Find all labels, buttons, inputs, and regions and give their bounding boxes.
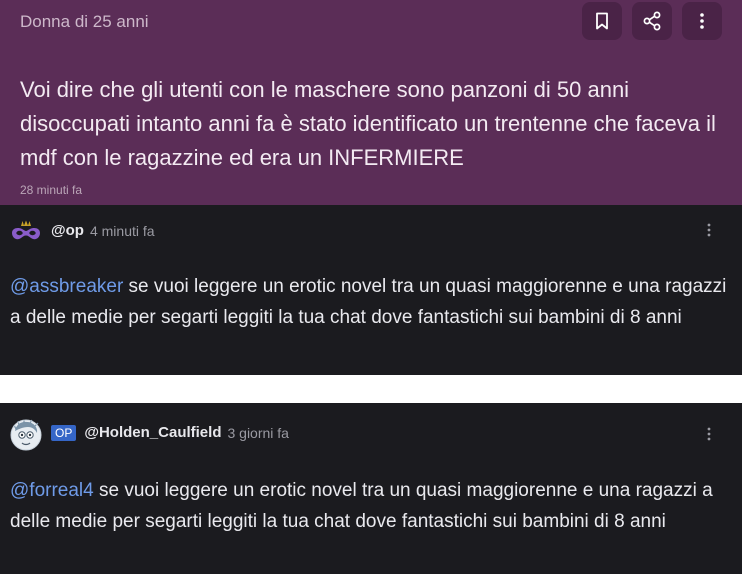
comment-more-button[interactable]: [702, 220, 716, 240]
more-options-button[interactable]: [682, 2, 722, 40]
post-card: Donna di 25 anni Voi dire che gli utenti…: [0, 0, 742, 205]
mask-icon[interactable]: [10, 217, 42, 249]
more-icon: [707, 223, 711, 237]
comment: @op 4 minuti fa @assbreaker se vuoi legg…: [0, 205, 742, 375]
share-icon: [643, 11, 661, 31]
comment-username[interactable]: @op: [51, 222, 84, 239]
comment-body: @forreal4 se vuoi leggere un erotic nove…: [10, 475, 730, 537]
comment-username[interactable]: @Holden_Caulfield: [84, 424, 221, 441]
more-icon: [700, 13, 704, 29]
comment-text: se vuoi leggere un erotic novel tra un q…: [10, 480, 713, 532]
bookmark-icon: [596, 12, 608, 30]
comment-timestamp: 4 minuti fa: [89, 222, 155, 239]
share-button[interactable]: [632, 2, 672, 40]
comment-body: @assbreaker se vuoi leggere un erotic no…: [10, 271, 730, 333]
op-badge: OP: [51, 424, 77, 441]
comment-mention[interactable]: @assbreaker: [10, 276, 123, 297]
separator: [0, 375, 742, 403]
comment-header: @op 4 minuti fa: [51, 222, 155, 239]
post-timestamp: 28 minuti fa: [20, 183, 83, 197]
comment: OP @Holden_Caulfield 3 giorni fa @forrea…: [0, 403, 742, 574]
comment-more-button[interactable]: [702, 424, 716, 444]
comment-timestamp: 3 giorni fa: [227, 424, 289, 441]
post-author: Donna di 25 anni: [20, 12, 149, 31]
comment-header: OP @Holden_Caulfield 3 giorni fa: [51, 424, 289, 441]
more-icon: [707, 427, 711, 441]
drawn-face-icon[interactable]: [10, 419, 42, 451]
post-body: Voi dire che gli utenti con le maschere …: [20, 77, 716, 170]
bookmark-button[interactable]: [582, 2, 622, 40]
comment-mention[interactable]: @forreal4: [10, 480, 94, 501]
